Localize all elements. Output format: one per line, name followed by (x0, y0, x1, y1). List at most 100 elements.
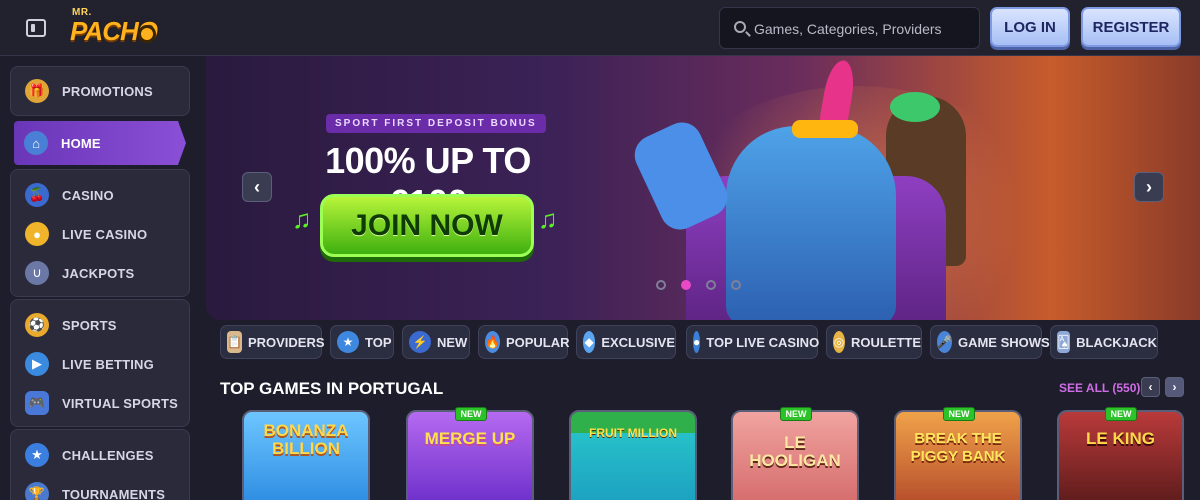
logo[interactable]: MR. PACHO (70, 6, 160, 50)
sidebar-group-casino: 🍒 CASINO ● LIVE CASINO ∪ JACKPOTS (10, 169, 190, 297)
sidebar-item-tournaments[interactable]: 🏆 TOURNAMENTS (11, 474, 189, 500)
join-now-button[interactable]: JOIN NOW (320, 194, 534, 257)
fire-icon: 🔥 (485, 331, 500, 353)
bonus-badge: SPORT FIRST DEPOSIT BONUS (326, 114, 546, 133)
pagination-dot[interactable] (656, 280, 666, 290)
category-label: EXCLUSIVE (601, 334, 675, 350)
play-icon: ▶ (25, 352, 49, 376)
pagination-dot-active[interactable] (681, 280, 691, 290)
game-title: LE HOOLIGAN (749, 433, 841, 470)
sidebar-item-label: SPORTS (62, 317, 117, 333)
category-new[interactable]: ⚡ NEW (402, 325, 470, 359)
category-label: NEW (437, 334, 468, 350)
sidebar-group-challenges: ★ CHALLENGES 🏆 TOURNAMENTS (10, 429, 190, 500)
music-note-icon: ♫ (292, 204, 312, 234)
notepad-icon: 📋 (227, 331, 242, 353)
lightning-icon: ⚡ (409, 331, 431, 353)
category-blackjack[interactable]: 🂡 BLACKJACK (1050, 325, 1158, 359)
game-card-break-the-piggy-bank[interactable]: BREAK THE PIGGY BANK (894, 410, 1022, 500)
game-card-bonanza-billion[interactable]: BONANZA BILLION (242, 410, 370, 500)
sidebar-item-live-betting[interactable]: ▶ LIVE BETTING (11, 344, 189, 384)
category-roulette[interactable]: ◎ ROULETTE (826, 325, 922, 359)
sidebar-item-label: TOURNAMENTS (62, 486, 166, 500)
category-label: ROULETTE (850, 334, 921, 350)
game-title: FRUIT MILLION (589, 426, 677, 440)
sidebar-item-home-content[interactable]: ⌂ HOME (14, 123, 192, 163)
top-header: MR. PACHO Games, Categories, Providers L… (0, 0, 1200, 56)
microphone-icon: 🎤 (937, 331, 952, 353)
logo-ball-icon (138, 25, 156, 43)
promo-banner[interactable]: SPORT FIRST DEPOSIT BONUS 100% UP TO €10… (206, 56, 1200, 320)
game-card-le-hooligan[interactable]: LE HOOLIGAN (731, 410, 859, 500)
sidebar-group-sports: ⚽ SPORTS ▶ LIVE BETTING 🎮 VIRTUAL SPORTS (10, 299, 190, 427)
home-icon: ⌂ (24, 131, 48, 155)
sidebar-group-promotions: 🎁 PROMOTIONS (10, 66, 190, 116)
game-title: BREAK THE PIGGY BANK (910, 430, 1006, 465)
sidebar-item-label: HOME (61, 135, 101, 151)
football-icon: ⚽ (25, 313, 49, 337)
sidebar-item-casino[interactable]: 🍒 CASINO (11, 175, 189, 215)
game-title: MERGE UP (424, 429, 516, 448)
search-placeholder: Games, Categories, Providers (754, 21, 942, 37)
pagination-dot[interactable] (731, 280, 741, 290)
music-note-icon: ♫ (538, 204, 558, 234)
gamepad-icon: 🎮 (25, 391, 49, 415)
banner-character-glasses (792, 120, 858, 138)
banner-next-button[interactable]: › (1134, 172, 1164, 202)
category-label: TOP LIVE CASINO (706, 334, 820, 350)
category-top[interactable]: ★ TOP (330, 325, 394, 359)
games-next-button[interactable]: › (1165, 377, 1184, 397)
sidebar-item-label: CASINO (62, 187, 114, 203)
category-top-live-casino[interactable]: ● TOP LIVE CASINO (686, 325, 820, 359)
game-card-le-king[interactable]: LE KING (1057, 410, 1184, 500)
banner-prev-button[interactable]: ‹ (242, 172, 272, 202)
sidebar-toggle-icon[interactable] (26, 19, 46, 37)
sidebar-item-virtual-sports[interactable]: 🎮 VIRTUAL SPORTS (11, 383, 189, 423)
sidebar-item-jackpots[interactable]: ∪ JACKPOTS (11, 253, 189, 293)
gift-icon: 🎁 (25, 79, 49, 103)
category-bar: 📋 PROVIDERS ★ TOP ⚡ NEW 🔥 POPULAR ◆ EXCL… (220, 325, 1200, 359)
trophy-icon: 🏆 (25, 482, 49, 500)
category-providers[interactable]: 📋 PROVIDERS (220, 325, 325, 359)
new-badge: NEW (780, 407, 812, 421)
roulette-chip-icon: ● (25, 222, 49, 246)
sidebar-item-label: CHALLENGES (62, 447, 154, 463)
section-title: TOP GAMES IN PORTUGAL (220, 379, 444, 398)
search-input[interactable]: Games, Categories, Providers (719, 7, 980, 49)
sidebar-item-label: LIVE BETTING (62, 356, 154, 372)
game-card-fruit-million[interactable]: FRUIT MILLION (569, 410, 697, 500)
register-button[interactable]: REGISTER (1081, 7, 1181, 47)
game-title: LE KING (1086, 429, 1155, 448)
search-icon (734, 21, 746, 33)
sidebar-item-label: LIVE CASINO (62, 226, 148, 242)
category-popular[interactable]: 🔥 POPULAR (478, 325, 570, 359)
sidebar-item-challenges[interactable]: ★ CHALLENGES (11, 435, 189, 475)
login-button[interactable]: LOG IN (990, 7, 1070, 47)
category-label: GAME SHOWS (957, 334, 1050, 350)
category-game-shows[interactable]: 🎤 GAME SHOWS (930, 325, 1050, 359)
sidebar-item-label: JACKPOTS (62, 265, 135, 281)
new-badge: NEW (1105, 407, 1137, 421)
chip-icon: ● (693, 331, 701, 353)
banner-character-hair (890, 92, 940, 122)
game-card-merge-up[interactable]: MERGE UP (406, 410, 534, 500)
star-icon: ★ (337, 331, 359, 353)
new-badge: NEW (943, 407, 975, 421)
category-exclusive[interactable]: ◆ EXCLUSIVE (576, 325, 676, 359)
roulette-icon: ◎ (833, 331, 845, 353)
sidebar-item-label: PROMOTIONS (62, 83, 153, 99)
game-title: BONANZA BILLION (263, 421, 349, 458)
pagination-dot[interactable] (706, 280, 716, 290)
category-label: PROVIDERS (247, 334, 325, 350)
horseshoe-icon: ∪ (25, 261, 49, 285)
cherries-icon: 🍒 (25, 183, 49, 207)
games-prev-button[interactable]: ‹ (1141, 377, 1160, 397)
sidebar-item-promotions[interactable]: 🎁 PROMOTIONS (11, 71, 189, 111)
sidebar-item-sports[interactable]: ⚽ SPORTS (11, 305, 189, 345)
diamond-icon: ◆ (583, 331, 596, 353)
category-label: POPULAR (505, 334, 570, 350)
medal-icon: ★ (25, 443, 49, 467)
sidebar-item-live-casino[interactable]: ● LIVE CASINO (11, 214, 189, 254)
banner-character-hero (726, 126, 896, 320)
see-all-link[interactable]: SEE ALL (550) (1059, 381, 1140, 395)
